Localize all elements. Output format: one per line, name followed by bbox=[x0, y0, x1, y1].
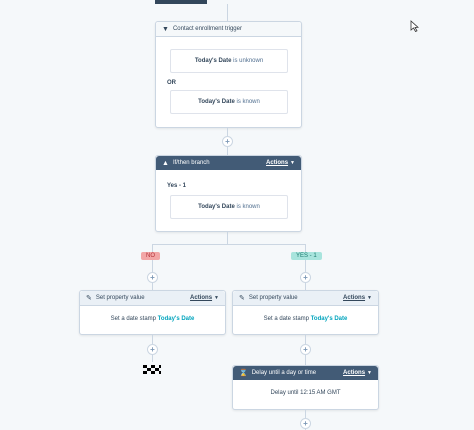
chevron-down-icon: ▼ bbox=[290, 160, 295, 166]
set-property-title: Set property value bbox=[248, 295, 298, 301]
set-property-actions-menu[interactable]: Actions bbox=[190, 295, 212, 301]
connector-line bbox=[227, 4, 228, 22]
add-action-button[interactable]: + bbox=[147, 344, 158, 355]
filter-field: Today's Date bbox=[194, 58, 232, 64]
branch-header: ▲ If/then branch Actions ▼ bbox=[156, 156, 301, 170]
filter-field: Today's Date bbox=[198, 204, 235, 210]
ifthen-branch-card[interactable]: ▲ If/then branch Actions ▼ Yes - 1 Today… bbox=[155, 155, 302, 232]
set-property-text: Set a date stamp bbox=[110, 316, 157, 322]
set-property-card-no[interactable]: ✎ Set property value Actions ▼ Set a dat… bbox=[79, 290, 226, 335]
set-property-title: Set property value bbox=[95, 295, 145, 301]
delay-body: Delay until 12:15 AM GMT bbox=[270, 390, 341, 396]
branch-actions-menu[interactable]: Actions bbox=[266, 160, 288, 166]
set-property-card-yes[interactable]: ✎ Set property value Actions ▼ Set a dat… bbox=[232, 290, 379, 335]
set-property-text: Set a date stamp bbox=[263, 316, 310, 322]
trigger-filter-1[interactable]: Today's Date is unknown bbox=[170, 49, 288, 73]
filter-condition: is known bbox=[236, 99, 260, 105]
filter-field: Today's Date bbox=[198, 99, 235, 105]
add-action-button[interactable]: + bbox=[300, 344, 311, 355]
branch-yes-label: Yes - 1 bbox=[167, 183, 187, 189]
trigger-title: Contact enrollment trigger bbox=[172, 26, 242, 32]
edit-box-icon: ✎ bbox=[86, 295, 92, 302]
delay-title: Delay until a day or time bbox=[251, 370, 317, 376]
connector-line bbox=[152, 244, 306, 245]
delay-card[interactable]: ⌛ Delay until a day or time Actions ▼ De… bbox=[232, 365, 379, 410]
set-property-value: Today's Date bbox=[310, 316, 348, 322]
hourglass-icon: ⌛ bbox=[239, 370, 248, 377]
trigger-header: ▼ Contact enrollment trigger bbox=[156, 22, 301, 37]
branch-filter[interactable]: Today's Date is known bbox=[170, 195, 288, 219]
mouse-pointer-icon bbox=[410, 20, 419, 32]
chevron-down-icon: ▼ bbox=[214, 295, 219, 301]
checkered-flag-icon bbox=[143, 365, 161, 375]
no-branch-badge: NO bbox=[141, 252, 160, 260]
filter-condition: is unknown bbox=[233, 58, 264, 64]
trigger-filter-2[interactable]: Today's Date is known bbox=[170, 90, 288, 114]
warning-triangle-icon: ▲ bbox=[162, 159, 169, 167]
or-label: OR bbox=[167, 80, 176, 86]
connector-line bbox=[227, 231, 228, 245]
branch-title: If/then branch bbox=[172, 160, 210, 166]
enrollment-trigger-card[interactable]: ▼ Contact enrollment trigger Today's Dat… bbox=[155, 21, 302, 128]
yes-branch-badge: YES - 1 bbox=[291, 252, 322, 260]
set-property-value: Today's Date bbox=[157, 316, 195, 322]
delay-actions-menu[interactable]: Actions bbox=[343, 370, 365, 376]
chevron-down-icon: ▼ bbox=[367, 370, 372, 376]
add-action-button[interactable]: + bbox=[300, 272, 311, 283]
set-property-body: Set a date stamp Today's Date bbox=[80, 316, 225, 322]
set-property-body: Set a date stamp Today's Date bbox=[233, 316, 378, 322]
filter-condition: is known bbox=[236, 204, 260, 210]
edit-box-icon: ✎ bbox=[239, 295, 245, 302]
set-property-header: ✎ Set property value Actions ▼ bbox=[233, 291, 378, 306]
set-property-header: ✎ Set property value Actions ▼ bbox=[80, 291, 225, 306]
set-property-actions-menu[interactable]: Actions bbox=[343, 295, 365, 301]
delay-header: ⌛ Delay until a day or time Actions ▼ bbox=[233, 366, 378, 380]
chevron-down-icon: ▼ bbox=[367, 295, 372, 301]
add-action-button[interactable]: + bbox=[300, 418, 311, 429]
add-action-button[interactable]: + bbox=[147, 272, 158, 283]
active-tab-indicator bbox=[155, 0, 207, 4]
add-action-button[interactable]: + bbox=[222, 136, 233, 147]
user-download-icon: ▼ bbox=[162, 25, 169, 33]
